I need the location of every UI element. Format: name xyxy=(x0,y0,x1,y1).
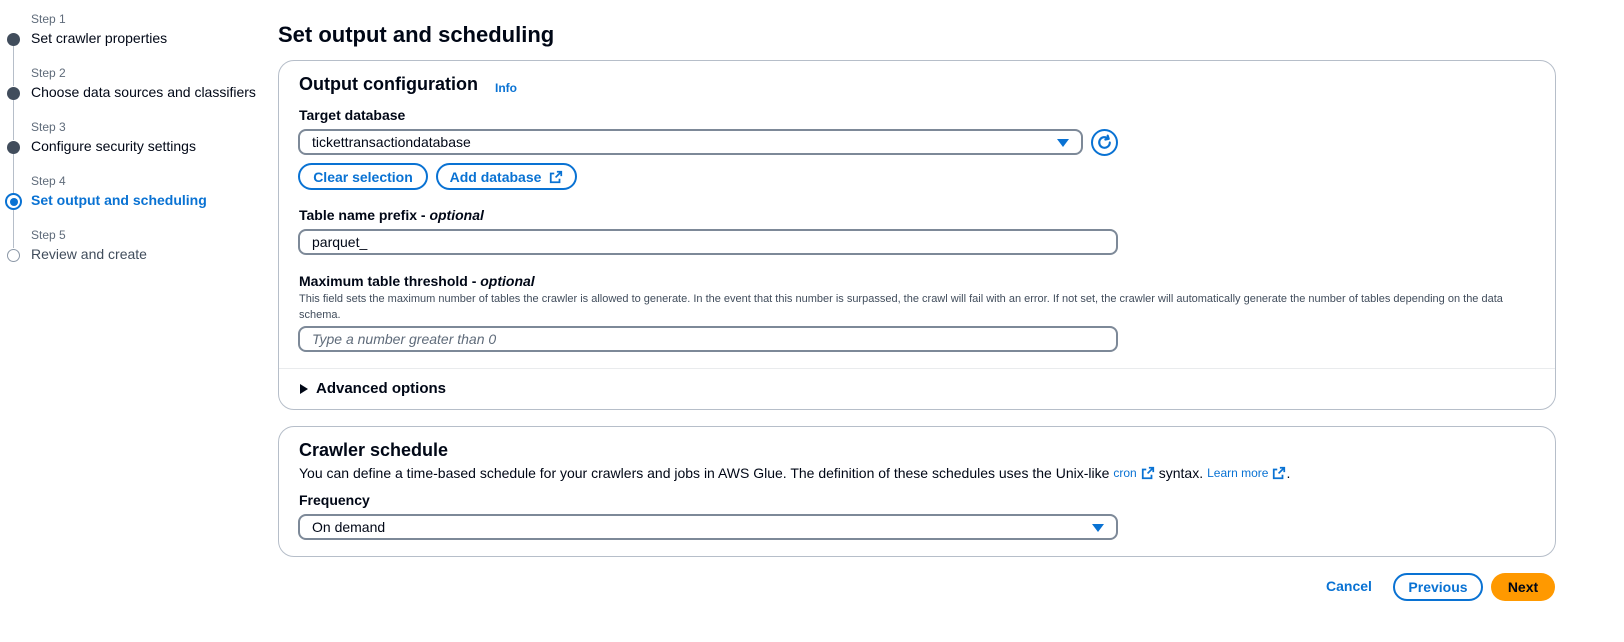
caret-down-icon xyxy=(1092,524,1104,532)
table-name-prefix-value: parquet_ xyxy=(312,234,368,250)
step-complete-dot-icon xyxy=(7,33,20,46)
step-title[interactable]: Set crawler properties xyxy=(31,30,167,46)
step-complete-dot-icon xyxy=(7,141,20,154)
external-link-icon xyxy=(1141,466,1154,480)
cron-link-label: cron xyxy=(1113,466,1137,480)
advanced-options-expander[interactable]: Advanced options xyxy=(300,380,446,397)
external-link-icon xyxy=(550,170,563,183)
section-divider xyxy=(279,368,1555,369)
schedule-description-prefix: You can define a time-based schedule for… xyxy=(299,465,1110,481)
crawler-schedule-heading: Crawler schedule xyxy=(299,440,449,460)
frequency-select[interactable]: On demand xyxy=(298,514,1118,540)
table-name-prefix-label: Table name prefix - optional xyxy=(299,207,484,223)
optional-marker: optional xyxy=(480,273,535,289)
step-number: Step 1 xyxy=(31,12,66,26)
learn-more-label: Learn more xyxy=(1207,466,1269,480)
previous-label: Previous xyxy=(1408,579,1468,595)
target-database-value: tickettransactiondatabase xyxy=(312,134,471,150)
crawler-schedule-description: You can define a time-based schedule for… xyxy=(299,465,1290,481)
output-configuration-heading: Output configuration xyxy=(299,74,478,94)
refresh-databases-button[interactable] xyxy=(1091,129,1118,156)
step-title: Set output and scheduling xyxy=(31,192,207,208)
wizard-step-2[interactable]: Step 2 Choose data sources and classifie… xyxy=(0,66,270,120)
cron-link[interactable]: cron xyxy=(1113,466,1154,480)
external-link-icon xyxy=(1273,466,1286,480)
max-table-threshold-input[interactable]: Type a number greater than 0 xyxy=(298,326,1118,352)
max-table-threshold-placeholder: Type a number greater than 0 xyxy=(312,331,497,347)
previous-button[interactable]: Previous xyxy=(1393,573,1483,601)
advanced-options-label: Advanced options xyxy=(316,380,447,397)
schedule-description-suffix: . xyxy=(1286,465,1291,481)
step-title[interactable]: Choose data sources and classifiers xyxy=(31,84,256,100)
frequency-label: Frequency xyxy=(299,492,370,508)
target-database-select[interactable]: tickettransactiondatabase xyxy=(298,129,1083,155)
step-number: Step 4 xyxy=(31,174,66,188)
step-number: Step 3 xyxy=(31,120,66,134)
learn-more-link[interactable]: Learn more xyxy=(1207,466,1286,480)
next-button[interactable]: Next xyxy=(1491,573,1555,601)
max-table-threshold-label: Maximum table threshold - optional xyxy=(299,273,535,289)
caret-right-icon xyxy=(300,383,308,394)
step-active-dot-icon xyxy=(5,193,22,210)
frequency-value: On demand xyxy=(312,519,386,535)
step-title[interactable]: Configure security settings xyxy=(31,138,196,154)
step-number: Step 2 xyxy=(31,66,66,80)
add-database-label: Add database xyxy=(449,168,542,185)
target-database-label: Target database xyxy=(299,107,406,123)
step-number: Step 5 xyxy=(31,228,66,242)
next-label: Next xyxy=(1507,579,1539,595)
table-name-prefix-input[interactable]: parquet_ xyxy=(298,229,1118,255)
step-title: Review and create xyxy=(31,246,147,262)
add-database-button[interactable]: Add database xyxy=(436,163,577,190)
wizard-step-1[interactable]: Step 1 Set crawler properties xyxy=(0,12,270,66)
wizard-step-4: Step 4 Set output and scheduling xyxy=(0,174,270,228)
cancel-button[interactable]: Cancel xyxy=(1326,578,1372,594)
caret-down-icon xyxy=(1057,139,1069,147)
refresh-icon xyxy=(1098,134,1111,149)
schedule-description-middle: syntax. xyxy=(1158,465,1204,481)
step-complete-dot-icon xyxy=(7,87,20,100)
max-table-threshold-label-text: Maximum table threshold - xyxy=(299,273,481,289)
max-table-threshold-description: This field sets the maximum number of ta… xyxy=(299,293,1503,321)
clear-selection-label: Clear selection xyxy=(313,168,413,185)
wizard-step-3[interactable]: Step 3 Configure security settings xyxy=(0,120,270,174)
table-name-prefix-label-text: Table name prefix - xyxy=(299,207,430,223)
step-pending-dot-icon xyxy=(7,249,20,262)
wizard-step-5: Step 5 Review and create xyxy=(0,228,270,282)
info-link[interactable]: Info xyxy=(495,81,517,95)
optional-marker: optional xyxy=(429,207,484,223)
clear-selection-button[interactable]: Clear selection xyxy=(298,163,428,190)
page-title: Set output and scheduling xyxy=(278,22,555,47)
